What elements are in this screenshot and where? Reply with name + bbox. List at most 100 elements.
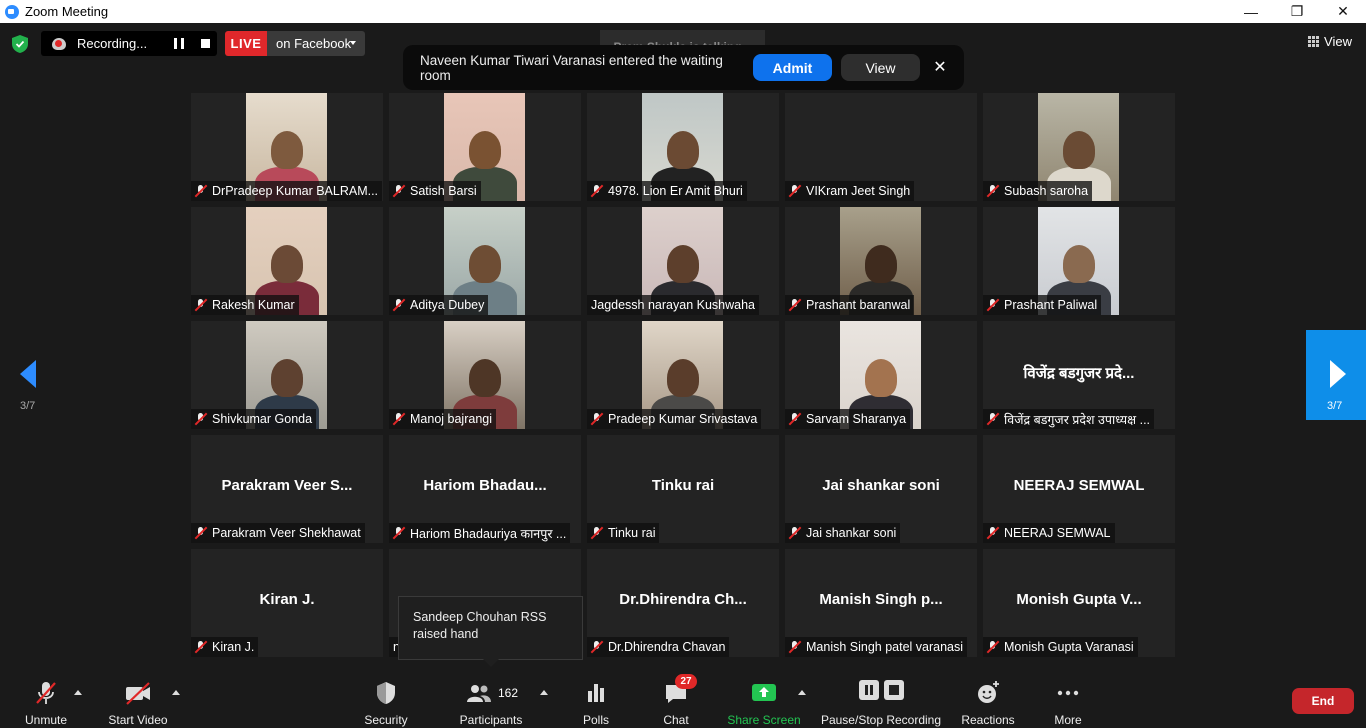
participant-tile[interactable]: Dr.Dhirendra Ch... Dr.Dhirendra Chavan [587, 549, 779, 657]
participant-tile[interactable]: VIKram Jeet Singh [785, 93, 977, 201]
participant-tile[interactable]: Pradeep Kumar Srivastava [587, 321, 779, 429]
participant-name: Rakesh Kumar [212, 298, 295, 312]
waiting-room-message: Naveen Kumar Tiwari Varanasi entered the… [420, 52, 723, 83]
participant-face [666, 245, 699, 283]
page-indicator-right: 3/7 [1327, 400, 1343, 412]
mic-muted-icon [590, 184, 604, 198]
pause-recording-icon[interactable] [174, 38, 184, 49]
close-window-button[interactable]: ✕ [1320, 0, 1366, 23]
pause-stop-recording-button[interactable]: Pause/Stop Recording [820, 668, 942, 728]
participant-tile[interactable]: 4978. Lion Er Amit Bhuri [587, 93, 779, 201]
share-options-chevron-icon[interactable] [798, 690, 806, 695]
participant-name-label: Prashant Paliwal [983, 295, 1102, 315]
participant-display-name: विजेंद्र बडगुजर प्रदे... [1023, 365, 1135, 382]
participant-tile[interactable]: Rakesh Kumar [191, 207, 383, 315]
participant-tile[interactable]: विजेंद्र बडगुजर प्रदे... विजेंद्र बडगुजर … [983, 321, 1175, 429]
participants-icon [466, 685, 491, 702]
next-page-button[interactable]: 3/7 [1306, 330, 1366, 420]
participant-name-label: Shivkumar Gonda [191, 409, 317, 429]
participant-tile[interactable]: Monish Gupta V... Monish Gupta Varanasi [983, 549, 1175, 657]
participant-name: Satish Barsi [410, 184, 477, 198]
participant-tile[interactable]: Subash saroha [983, 93, 1175, 201]
participant-face [666, 131, 699, 169]
chat-unread-badge: 27 [675, 674, 697, 689]
participant-face [270, 245, 303, 283]
participant-tile[interactable]: Aditya Dubey [389, 207, 581, 315]
security-label: Security [364, 713, 408, 727]
participant-tile[interactable]: DrPradeep Kumar BALRAM... [191, 93, 383, 201]
participant-tile[interactable]: Manish Singh p... Manish Singh patel vara… [785, 549, 977, 657]
participant-tile[interactable]: Manoj bajrangi [389, 321, 581, 429]
mic-muted-icon [986, 412, 1000, 426]
participant-name-label: Pradeep Kumar Srivastava [587, 409, 762, 429]
security-button[interactable]: Security [360, 668, 412, 728]
participant-display-name: Parakram Veer S... [221, 477, 353, 494]
participant-tile[interactable]: Jai shankar soni Jai shankar soni [785, 435, 977, 543]
mic-muted-icon [986, 184, 1000, 198]
participant-name: Subash saroha [1004, 184, 1089, 198]
participant-tile[interactable]: Jagdessh narayan Kushwaha [587, 207, 779, 315]
mic-muted-icon [392, 184, 406, 198]
previous-page-button[interactable]: 3/7 [0, 330, 60, 420]
stop-recording-icon[interactable] [201, 39, 210, 48]
page-indicator-left: 3/7 [20, 400, 36, 412]
live-destination-dropdown[interactable]: on Facebook [267, 31, 365, 56]
participant-name-label: Manoj bajrangi [389, 409, 496, 429]
chat-button[interactable]: 27 Chat [656, 668, 697, 728]
participant-name-label: Hariom Bhadauriya कानपुर ... [389, 523, 571, 543]
view-label: View [1324, 34, 1352, 49]
more-button[interactable]: More [1048, 668, 1088, 728]
encryption-shield-icon[interactable] [12, 35, 28, 53]
mic-muted-icon [788, 526, 802, 540]
participant-tile[interactable]: Sarvam Sharanya [785, 321, 977, 429]
participant-name: 4978. Lion Er Amit Bhuri [608, 184, 743, 198]
start-video-button[interactable]: Start Video [106, 668, 170, 728]
participant-name: Pradeep Kumar Srivastava [608, 412, 758, 426]
participant-name-label: Jagdessh narayan Kushwaha [587, 295, 760, 315]
video-options-chevron-icon[interactable] [172, 690, 180, 695]
participant-name: Tinku rai [608, 526, 656, 540]
participant-face [1062, 131, 1095, 169]
live-badge: LIVE [225, 31, 267, 56]
admit-button[interactable]: Admit [753, 54, 832, 81]
participant-name: Monish Gupta Varanasi [1004, 640, 1134, 654]
restore-button[interactable]: ❐ [1274, 0, 1320, 23]
participant-name-label: Jai shankar soni [785, 523, 901, 543]
participant-name: Manish Singh patel varanasi [806, 640, 964, 654]
participant-name: Prashant Paliwal [1004, 298, 1098, 312]
participant-tile[interactable]: Satish Barsi [389, 93, 581, 201]
share-screen-button[interactable]: Share Screen [727, 668, 801, 728]
participant-name-label: Manish Singh patel varanasi [785, 637, 968, 657]
mic-muted-icon [194, 298, 208, 312]
participant-name: VIKram Jeet Singh [806, 184, 911, 198]
mic-muted-icon [392, 298, 406, 312]
view-waiting-room-button[interactable]: View [841, 54, 920, 81]
participant-name: NEERAJ SEMWAL [1004, 526, 1111, 540]
participant-name: Prashant baranwal [806, 298, 911, 312]
participant-tile[interactable]: Prashant baranwal [785, 207, 977, 315]
participant-tile[interactable]: Hariom Bhadau... Hariom Bhadauriya कानपुर… [389, 435, 581, 543]
participant-tile[interactable]: Prashant Paliwal [983, 207, 1175, 315]
participant-tile[interactable]: Kiran J. Kiran J. [191, 549, 383, 657]
polls-button[interactable]: Polls [576, 668, 616, 728]
recording-indicator: Recording... [41, 31, 217, 56]
participant-name-label: Monish Gupta Varanasi [983, 637, 1138, 657]
grid-view-icon [1308, 36, 1320, 47]
minimize-button[interactable]: — [1228, 0, 1274, 23]
participant-name-label: DrPradeep Kumar BALRAM... [191, 181, 383, 201]
participant-tile[interactable]: NEERAJ SEMWAL NEERAJ SEMWAL [983, 435, 1175, 543]
participant-name: Jai shankar soni [806, 526, 897, 540]
participants-options-chevron-icon[interactable] [540, 690, 548, 695]
participant-tile[interactable]: Parakram Veer S... Parakram Veer Shekhawa… [191, 435, 383, 543]
mic-muted-icon [788, 184, 802, 198]
unmute-button[interactable]: Unmute [22, 668, 70, 728]
audio-options-chevron-icon[interactable] [74, 690, 82, 695]
participant-name-label: Subash saroha [983, 181, 1093, 201]
end-meeting-button[interactable]: End [1292, 688, 1354, 714]
participant-tile[interactable]: Shivkumar Gonda [191, 321, 383, 429]
participant-tile[interactable]: Tinku rai Tinku rai [587, 435, 779, 543]
reactions-button[interactable]: Reactions [958, 668, 1018, 728]
close-icon[interactable]: ✕ [933, 57, 947, 77]
participants-button[interactable]: 162 Participants [456, 668, 526, 728]
view-button[interactable]: View [1308, 34, 1352, 49]
